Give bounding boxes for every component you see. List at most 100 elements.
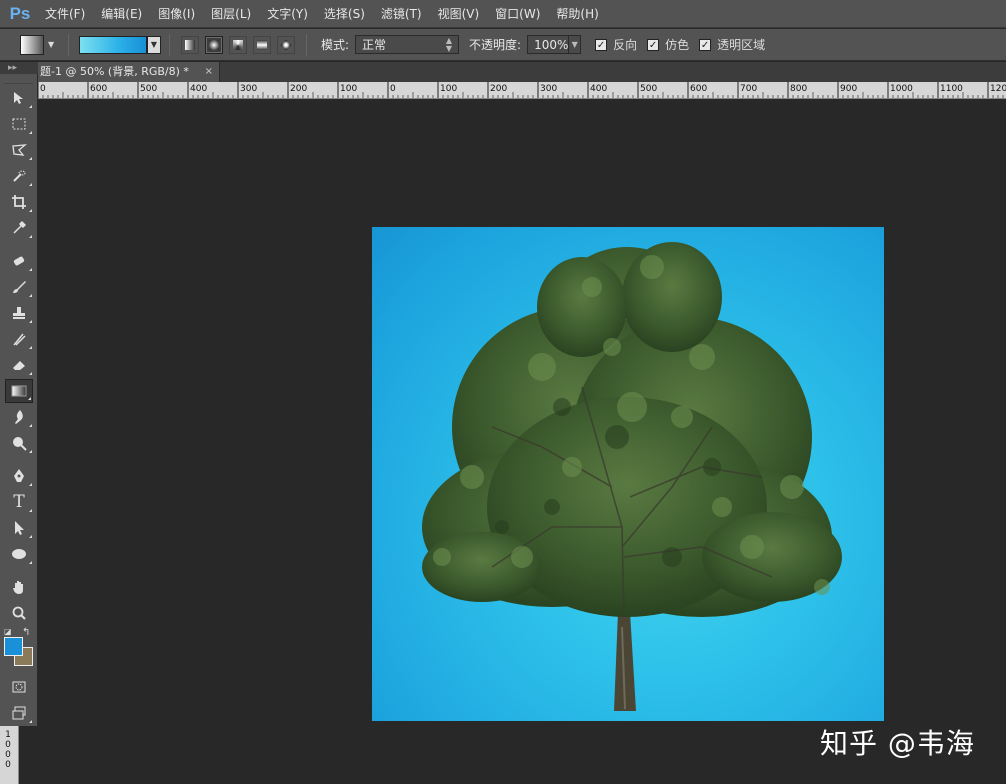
swap-colors-icon[interactable]: ↰ [22,627,30,638]
tool-preset-picker[interactable] [20,34,44,55]
crop-tool[interactable] [5,190,33,214]
menu-bar: Ps 文件(F) 编辑(E) 图像(I) 图层(L) 文字(Y) 选择(S) 滤… [0,0,1006,28]
gradient-editor-swatch[interactable] [79,35,147,54]
type-tool[interactable]: T [5,490,33,514]
screen-mode-button[interactable] [5,701,33,725]
foreground-color-swatch[interactable] [4,637,23,656]
brush-tool[interactable] [5,275,33,299]
ruler-ticks: 0 600 500 400 300 200 100 0 100 200 300 400 500 600 70… [38,82,1006,98]
ruler-label: 1100 [940,84,963,94]
menu-view[interactable]: 视图(V) [438,5,480,22]
menu-image[interactable]: 图像(I) [158,5,195,22]
crop-icon [12,195,26,209]
zoom-tool[interactable] [5,601,33,625]
ruler-label: 100 [340,84,357,94]
quick-mask-button[interactable] [5,675,33,699]
quick-mask-icon [12,681,26,693]
opacity-field[interactable]: 100% ▼ [527,35,582,54]
transparency-checkbox[interactable]: ✓ 透明区域 [699,36,765,53]
pen-icon [14,469,24,482]
ruler-label: 600 [90,84,107,94]
rect-marquee-icon [12,118,26,130]
menu-help[interactable]: 帮助(H) [556,5,598,22]
divider [169,33,170,56]
eyedropper-tool[interactable] [5,216,33,240]
path-selection-tool[interactable] [5,516,33,540]
ruler-vertical[interactable]: 1000 [0,726,19,784]
menu-file[interactable]: 文件(F) [45,5,85,22]
hand-tool[interactable] [5,575,33,599]
ruler-label: 400 [590,84,607,94]
eraser-icon [13,361,25,370]
updown-icon: ▲ ▼ [445,35,453,53]
pen-tool[interactable] [5,464,33,488]
linear-gradient-button[interactable] [181,35,199,54]
toolbar-collapse-handle[interactable]: ▸▸ [0,62,38,74]
gradient-tool[interactable] [5,379,33,403]
ruler-label: 300 [240,84,257,94]
move-tool[interactable] [5,86,33,110]
shape-tool[interactable] [5,542,33,566]
check-icon: ✓ [647,38,660,51]
gradient-picker-dropdown[interactable]: ▼ [147,35,161,54]
menu-select[interactable]: 选择(S) [324,5,365,22]
toolbar-grip[interactable] [4,74,33,84]
radial-icon [209,39,219,50]
diamond-gradient-button[interactable] [277,35,295,54]
ps-logo: Ps [9,3,31,23]
document-tab[interactable]: 题-1 @ 50% (背景, RGB/8) * × [38,62,220,82]
document-tab-bar: 题-1 @ 50% (背景, RGB/8) * × [38,62,1006,82]
dodge-icon [13,437,27,451]
document-canvas[interactable] [372,227,884,721]
history-brush-icon [13,333,26,346]
ruler-label: 100 [440,84,457,94]
menu-type[interactable]: 文字(Y) [267,5,308,22]
chevron-down-icon[interactable]: ▼ [568,36,580,53]
default-colors-icon[interactable]: ◪ [4,627,12,636]
ruler-horizontal[interactable]: 0 600 500 400 300 200 100 0 100 200 300 400 500 600 70… [38,82,1006,99]
menu-filter[interactable]: 滤镜(T) [381,5,422,22]
type-icon: T [13,492,25,512]
color-swatches: ◪ ↰ [0,627,37,673]
reverse-label: 反向 [613,38,638,52]
mode-value: 正常 [362,38,387,52]
eyedropper-icon [13,220,27,234]
divider [306,33,307,56]
photoshop-window: Ps 文件(F) 编辑(E) 图像(I) 图层(L) 文字(Y) 选择(S) 滤… [0,0,1006,784]
blur-tool[interactable] [5,405,33,429]
watermark-text: 知乎 @韦海 [820,727,975,760]
ruler-label: 700 [740,84,757,94]
tree-image [422,242,842,711]
ruler-label: 1200 [990,84,1006,94]
radial-gradient-button[interactable] [205,35,223,54]
ruler-label: 300 [540,84,557,94]
opacity-value: 100% [534,37,569,52]
dodge-tool[interactable] [5,431,33,455]
check-icon: ✓ [699,38,712,51]
hand-icon [13,581,23,594]
close-icon[interactable]: × [205,62,213,82]
angle-icon [233,39,243,50]
lasso-tool[interactable] [5,138,33,162]
menu-window[interactable]: 窗口(W) [495,5,540,22]
menu-layer[interactable]: 图层(L) [211,5,251,22]
tools-panel: T ◪ ↰ [0,74,38,726]
screen-mode-icon [12,706,26,720]
chevron-down-icon[interactable]: ▼ [48,40,60,49]
angle-gradient-button[interactable] [229,35,247,54]
history-brush-tool[interactable] [5,327,33,351]
ruler-label: 1000 [890,84,913,94]
dither-checkbox[interactable]: ✓ 仿色 [647,36,689,53]
divider [68,33,69,56]
ruler-label: 0 [390,84,396,94]
marquee-tool[interactable] [5,112,33,136]
clone-stamp-tool[interactable] [5,301,33,325]
menu-edit[interactable]: 编辑(E) [101,5,142,22]
ruler-label: 500 [640,84,657,94]
healing-brush-tool[interactable] [5,249,33,273]
quick-selection-tool[interactable] [5,164,33,188]
reflected-gradient-button[interactable] [253,35,271,54]
mode-select[interactable]: 正常 ▲ ▼ [355,35,460,54]
reverse-checkbox[interactable]: ✓ 反向 [595,36,637,53]
eraser-tool[interactable] [5,353,33,377]
